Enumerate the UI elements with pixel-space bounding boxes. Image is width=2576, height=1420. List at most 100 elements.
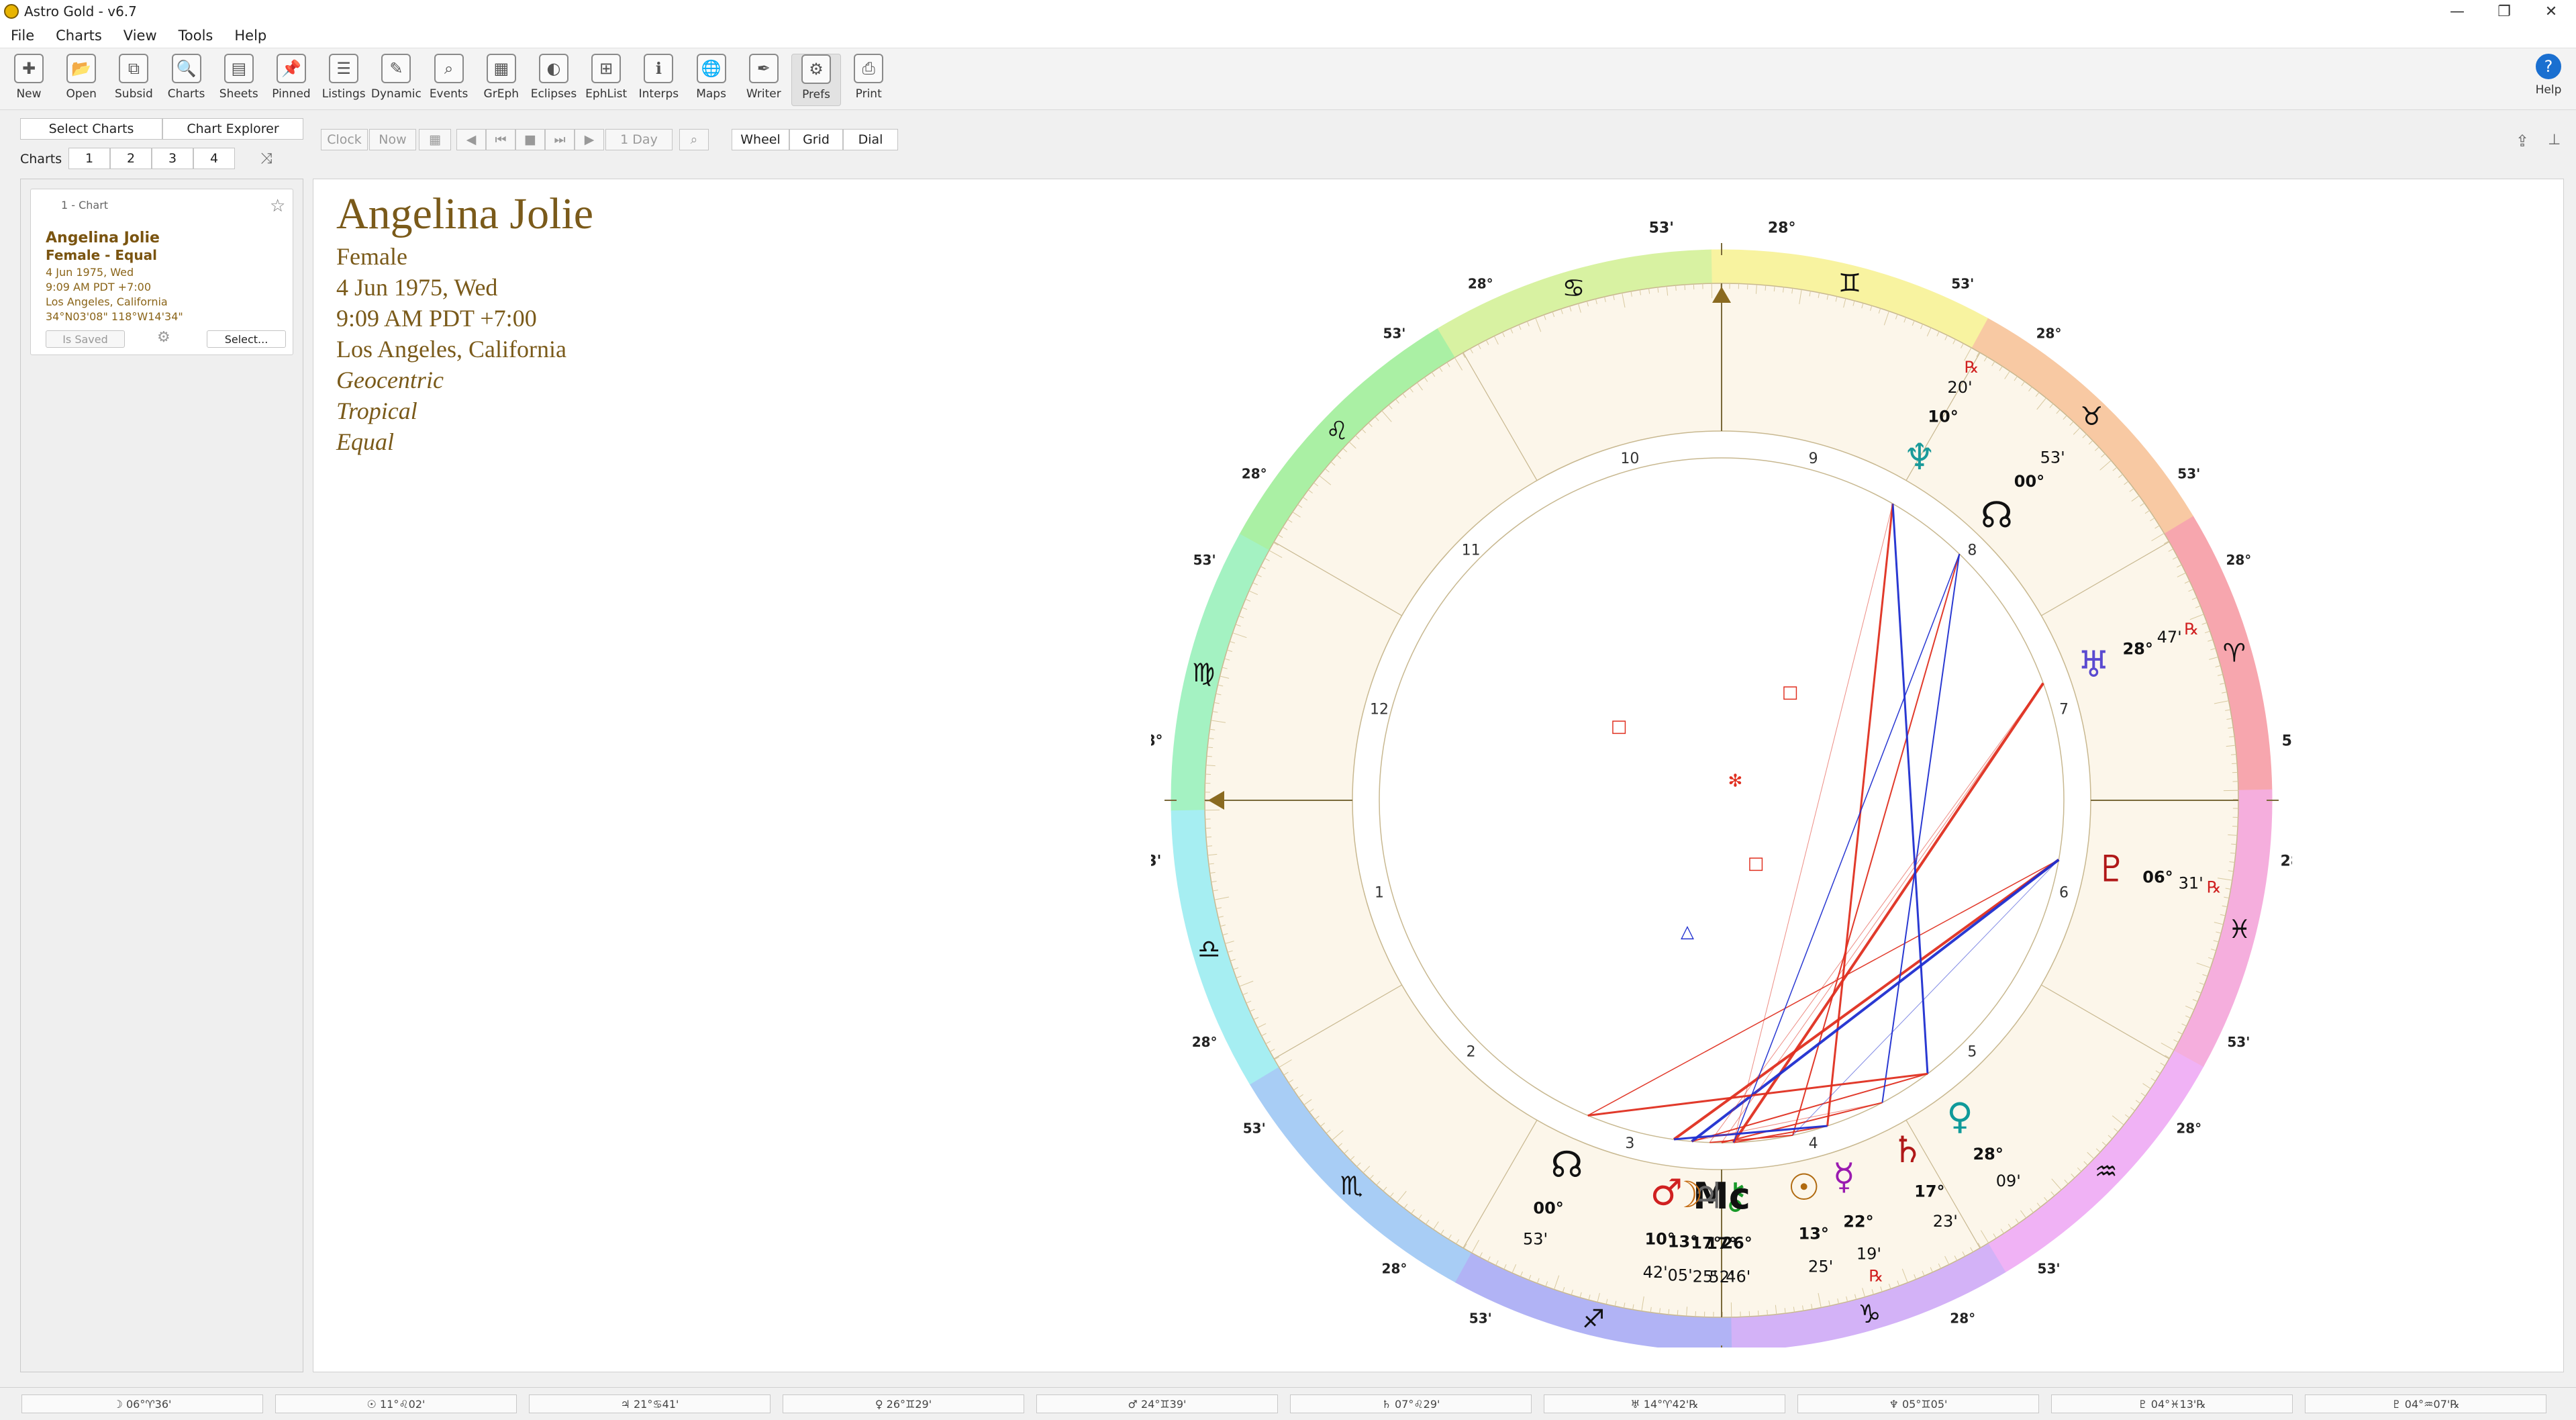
sign-glyph-icon: ♑ xyxy=(1858,1299,1881,1329)
retrograde-icon: ℞ xyxy=(2207,878,2222,896)
planet-minute: 09' xyxy=(1996,1172,2021,1190)
house-number: 5 xyxy=(1967,1043,1977,1060)
degree-tick xyxy=(2231,843,2237,845)
menu-view[interactable]: View xyxy=(113,28,168,44)
chart-date: 4 Jun 1975, Wed xyxy=(336,274,498,301)
sign-glyph-icon: ♐ xyxy=(1582,1305,1605,1334)
tab-select-charts[interactable]: Select Charts xyxy=(20,118,162,140)
star-icon[interactable]: ☆ xyxy=(270,196,285,216)
toolbar-interps-button[interactable]: ℹ Interps xyxy=(634,54,683,106)
toolbar-writer-button[interactable]: ✒ Writer xyxy=(739,54,789,106)
toolbar-listings-button[interactable]: ☰ Listings xyxy=(319,54,368,106)
status-position-cell: ♄ 07°♌29' xyxy=(1290,1394,1532,1413)
subsid-icon: ⧉ xyxy=(119,54,149,83)
is-saved-button[interactable]: Is Saved xyxy=(46,330,125,348)
tab-chart-explorer[interactable]: Chart Explorer xyxy=(162,118,303,140)
chart-slot-3[interactable]: 3 xyxy=(152,148,193,169)
interpretations-icon: ℹ xyxy=(644,54,674,83)
house-number: 6 xyxy=(2059,885,2069,902)
close-button[interactable]: ✕ xyxy=(2528,0,2575,23)
degree-tick xyxy=(1765,285,1767,291)
toolbar-pinned-button[interactable]: 📌 Pinned xyxy=(266,54,316,106)
calendar-icon[interactable]: ▦ xyxy=(419,129,451,150)
retrograde-icon: ℞ xyxy=(1965,358,1979,377)
chart-card[interactable]: 1 - Chart ☆ Angelina Jolie Female - Equa… xyxy=(30,189,293,355)
planet-degree: 00° xyxy=(2014,472,2044,491)
help-icon: ? xyxy=(2536,54,2561,79)
charts-icon: 🔍 xyxy=(171,54,201,83)
cusp-degree-label: 53' xyxy=(2038,1260,2061,1276)
toolbar-open-button[interactable]: 📂 Open xyxy=(56,54,106,106)
toolbar-subsid-button[interactable]: ⧉ Subsid xyxy=(109,54,158,106)
search-icon[interactable]: ⌕ xyxy=(679,129,709,150)
chart-card-name: Angelina Jolie xyxy=(46,230,160,246)
house-number: 3 xyxy=(1625,1135,1634,1152)
skip-back-icon[interactable]: ⏮ xyxy=(486,129,515,150)
chart-slot-2[interactable]: 2 xyxy=(110,148,152,169)
toolbar-eclipses-button[interactable]: ◐ Eclipses xyxy=(529,54,579,106)
planet-glyph-icon: ♂ xyxy=(1650,1171,1683,1213)
toolbar-events-button[interactable]: ⌕ Events xyxy=(424,54,474,106)
clock-button[interactable]: Clock xyxy=(321,129,368,150)
aspect-marker-icon: □ xyxy=(1611,716,1628,737)
title-bar: Astro Gold - v6.7 — ❐ ✕ xyxy=(0,0,2576,23)
step-back-icon[interactable]: ◀ xyxy=(456,129,486,150)
house-number: 9 xyxy=(1809,451,1818,467)
menu-file[interactable]: File xyxy=(0,28,45,44)
chart-time: 9:09 AM PDT +7:00 xyxy=(336,305,537,332)
help-button[interactable]: ? Help xyxy=(2524,54,2573,106)
sheets-icon: ▤ xyxy=(224,54,254,83)
cusp-degree-label: 53' xyxy=(1243,1121,1266,1137)
chart-gender: Female xyxy=(336,243,407,270)
tab-dial[interactable]: Dial xyxy=(843,129,898,150)
share-icon[interactable]: ⇪ xyxy=(2516,132,2529,150)
natal-chart-wheel[interactable]: □□△□✻ 123 456789101112 ♈♉♊♋♌♍♎♏♐ ♑♒♓ ⚷26°4… xyxy=(1151,193,2292,1347)
new-chart-icon: ✚ xyxy=(14,54,44,83)
menu-tools[interactable]: Tools xyxy=(168,28,224,44)
toolbar-new-button[interactable]: ✚ New xyxy=(4,54,54,106)
skip-forward-icon[interactable]: ⏭ xyxy=(545,129,575,150)
cusp-degree-label: 53' xyxy=(1951,276,1974,292)
planet-degree: 13° xyxy=(1799,1225,1829,1243)
toolbar-maps-button[interactable]: 🌐 Maps xyxy=(687,54,736,106)
planet-minute: 53' xyxy=(2040,448,2065,467)
select-chart-button[interactable]: Select... xyxy=(207,330,286,348)
status-position-cell: ♃ 21°♋41' xyxy=(529,1394,771,1413)
settings-gear-icon[interactable]: ⚙ xyxy=(157,329,170,346)
quill-icon: ✒ xyxy=(748,54,779,83)
tab-wheel[interactable]: Wheel xyxy=(732,129,789,150)
toolbar-prefs-button[interactable]: ⚙ Prefs xyxy=(791,54,841,106)
cusp-degree-label: 28° xyxy=(2226,552,2251,568)
cusp-degree-label: 53' xyxy=(2177,465,2200,481)
menu-charts[interactable]: Charts xyxy=(45,28,113,44)
now-button[interactable]: Now xyxy=(369,129,416,150)
toolbar-sheets-button[interactable]: ▤ Sheets xyxy=(214,54,264,106)
menu-help[interactable]: Help xyxy=(224,28,277,44)
toolbar-print-button[interactable]: ⎙ Print xyxy=(844,54,893,106)
chart-slot-1[interactable]: 1 xyxy=(68,148,110,169)
restore-button[interactable]: ❐ xyxy=(2481,0,2528,23)
planet-degree: 28° xyxy=(1973,1145,2003,1164)
pin-panel-icon[interactable]: ⊥ xyxy=(2548,132,2561,148)
step-forward-icon[interactable]: ▶ xyxy=(575,129,604,150)
charts-label: Charts xyxy=(20,152,62,167)
planet-degree: 06° xyxy=(2142,868,2173,887)
tab-grid[interactable]: Grid xyxy=(789,129,843,150)
shuffle-icon[interactable]: ⤨ xyxy=(260,150,273,167)
chart-slot-4[interactable]: 4 xyxy=(193,148,235,169)
toolbar-greph-button[interactable]: ▦ GrEph xyxy=(477,54,526,106)
stop-icon[interactable]: ■ xyxy=(515,129,545,150)
toolbar-label: Interps xyxy=(638,87,679,101)
planet-degree: 17° xyxy=(1914,1182,1944,1201)
aspect-marker-icon: □ xyxy=(1782,682,1799,702)
step-size-field[interactable]: 1 Day xyxy=(605,129,673,150)
retrograde-icon: ℞ xyxy=(2184,620,2199,638)
house-number: 11 xyxy=(1462,542,1481,559)
toolbar-label: Writer xyxy=(746,87,781,101)
toolbar-ephlist-button[interactable]: ⊞ EphList xyxy=(581,54,631,106)
retrograde-icon: ℞ xyxy=(1869,1267,1883,1286)
toolbar-dynamic-button[interactable]: ✎ Dynamic xyxy=(371,54,422,106)
minimize-button[interactable]: — xyxy=(2434,0,2481,23)
chart-card-date: 4 Jun 1975, Wed xyxy=(46,266,134,279)
toolbar-charts-button[interactable]: 🔍 Charts xyxy=(162,54,211,106)
